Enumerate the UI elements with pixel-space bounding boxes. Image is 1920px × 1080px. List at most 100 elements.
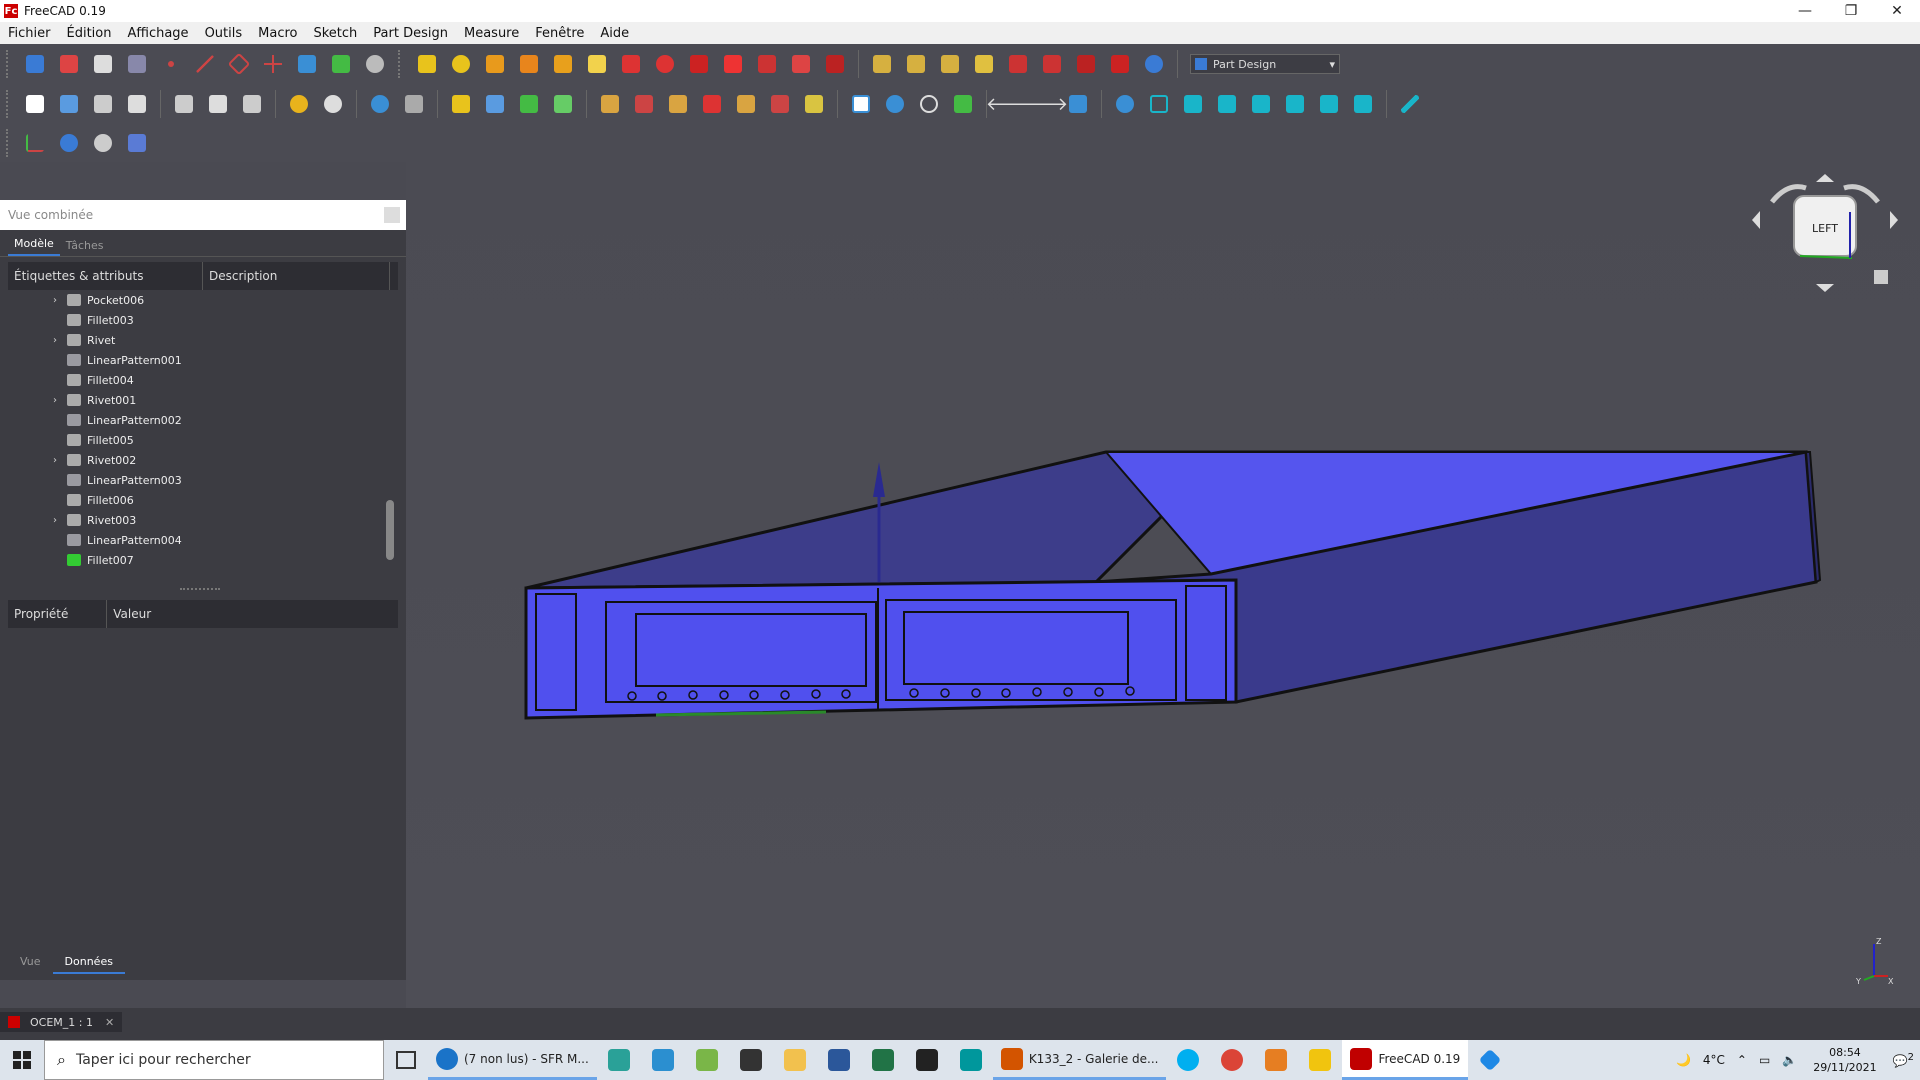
toolbar-grip[interactable] [6,50,12,78]
cut-button[interactable] [171,91,197,117]
macro-stop-button[interactable] [631,91,657,117]
bounding-box-button[interactable] [950,91,976,117]
additive-helix-button[interactable] [550,51,576,77]
make-link-button[interactable] [516,91,542,117]
create-part-button[interactable] [56,51,82,77]
macros-button[interactable] [665,91,691,117]
sync-view-button[interactable] [1065,91,1091,117]
menu-aide[interactable]: Aide [592,26,637,41]
tree-item[interactable]: › Rivet002 [8,450,398,470]
nav-up-icon[interactable] [1816,174,1834,182]
panel-splitter[interactable] [180,588,220,590]
boolean-cut-button[interactable] [56,130,82,156]
taskbar-app-edge[interactable]: (7 non lus) - SFR M... [428,1040,597,1080]
arduino-icon[interactable] [949,1040,993,1080]
multi-transform-button[interactable] [971,51,997,77]
document-tab[interactable]: OCEM_1 : 1 ✕ [0,1012,123,1032]
tree-item[interactable]: LinearPattern004 [8,530,398,550]
chevron-up-icon[interactable]: ⌃ [1731,1053,1753,1067]
undo-button[interactable] [286,91,312,117]
macro-debug-button[interactable] [733,91,759,117]
start-button[interactable] [0,1040,44,1080]
revolution-button[interactable] [448,51,474,77]
expand-arrow-icon[interactable]: › [53,515,67,526]
create-group-button[interactable] [482,91,508,117]
skype-icon[interactable] [1166,1040,1210,1080]
tab-modele[interactable]: Modèle [8,233,60,256]
taskbar-pinned-7[interactable] [1468,1040,1512,1080]
tab-donnees[interactable]: Données [52,951,125,974]
menu-fichier[interactable]: Fichier [0,26,59,41]
menu-affichage[interactable]: Affichage [119,26,196,41]
print-button[interactable] [124,91,150,117]
nav-down-icon[interactable] [1816,284,1834,292]
clone-button[interactable] [90,51,116,77]
menu-macro[interactable]: Macro [250,26,305,41]
fit-selection-button[interactable] [882,91,908,117]
task-view-button[interactable] [384,1040,428,1080]
pocket-button[interactable] [618,51,644,77]
expand-arrow-icon[interactable]: › [53,395,67,406]
menu-edition[interactable]: Édition [59,26,120,41]
close-tab-icon[interactable]: ✕ [105,1016,114,1029]
tree-header-description[interactable]: Description [203,262,390,290]
macro-step-button[interactable] [767,91,793,117]
save-file-button[interactable] [90,91,116,117]
additive-loft-button[interactable] [482,51,508,77]
subtractive-helix-button[interactable] [788,51,814,77]
7zip-icon[interactable] [729,1040,773,1080]
menu-part-design[interactable]: Part Design [365,26,456,41]
paste-button[interactable] [239,91,265,117]
bottom-view-button[interactable] [1316,91,1342,117]
refresh-button[interactable] [367,91,393,117]
tree-item[interactable]: Fillet007 [8,550,398,570]
chamfer-button[interactable] [1039,51,1065,77]
forward-arrow-icon[interactable]: 🡒 [1020,91,1068,117]
fillet-button[interactable] [1005,51,1031,77]
taskbar-pinned-3[interactable] [685,1040,729,1080]
taskbar-app-gallery[interactable]: K133_2 - Galerie de... [992,1040,1167,1080]
fit-all-button[interactable] [848,91,874,117]
subtractive-loft-button[interactable] [720,51,746,77]
front-view-button[interactable] [1180,91,1206,117]
pad-button[interactable] [414,51,440,77]
nav-right-icon[interactable] [1890,211,1898,229]
toolbar-grip[interactable] [6,90,12,118]
isometric-view-button[interactable] [1146,91,1172,117]
weather-icon[interactable]: 🌙 [1670,1053,1697,1067]
mirror-button[interactable] [124,130,150,156]
open-file-button[interactable] [56,91,82,117]
thickness-button[interactable] [1107,51,1133,77]
tree-item[interactable]: › Rivet001 [8,390,398,410]
new-file-button[interactable] [22,91,48,117]
map-sketch-button[interactable] [362,51,388,77]
tree-item[interactable]: Fillet003 [8,310,398,330]
whats-this-button[interactable] [401,91,427,117]
tree-item[interactable]: › Rivet003 [8,510,398,530]
validate-sketch-button[interactable] [328,51,354,77]
chrome-icon[interactable] [1210,1040,1254,1080]
tree-header-labels[interactable]: Étiquettes & attributs [8,262,203,290]
create-part-container-button[interactable] [448,91,474,117]
expand-arrow-icon[interactable]: › [53,295,67,306]
tree-item[interactable]: LinearPattern003 [8,470,398,490]
file-explorer-icon[interactable] [773,1040,817,1080]
taskbar-pinned-6[interactable] [1298,1040,1342,1080]
3d-viewport[interactable]: LEFT Z X Y [406,162,1920,1008]
word-icon[interactable] [817,1040,861,1080]
menu-outils[interactable]: Outils [197,26,251,41]
volume-icon[interactable]: 🔈 [1776,1053,1803,1067]
tree-item[interactable]: LinearPattern002 [8,410,398,430]
mirrored-button[interactable] [869,51,895,77]
expand-arrow-icon[interactable]: › [53,455,67,466]
shape-binder-button[interactable] [124,51,150,77]
zoom-button[interactable] [1112,91,1138,117]
groove-button[interactable] [686,51,712,77]
measure-distance-button[interactable] [1397,91,1423,117]
macro-toggle-button[interactable] [801,91,827,117]
right-view-button[interactable] [1248,91,1274,117]
tree-item[interactable]: Fillet005 [8,430,398,450]
taskbar-pinned-4[interactable] [905,1040,949,1080]
expand-arrow-icon[interactable]: › [53,335,67,346]
navigation-cube[interactable]: LEFT [1750,172,1900,322]
